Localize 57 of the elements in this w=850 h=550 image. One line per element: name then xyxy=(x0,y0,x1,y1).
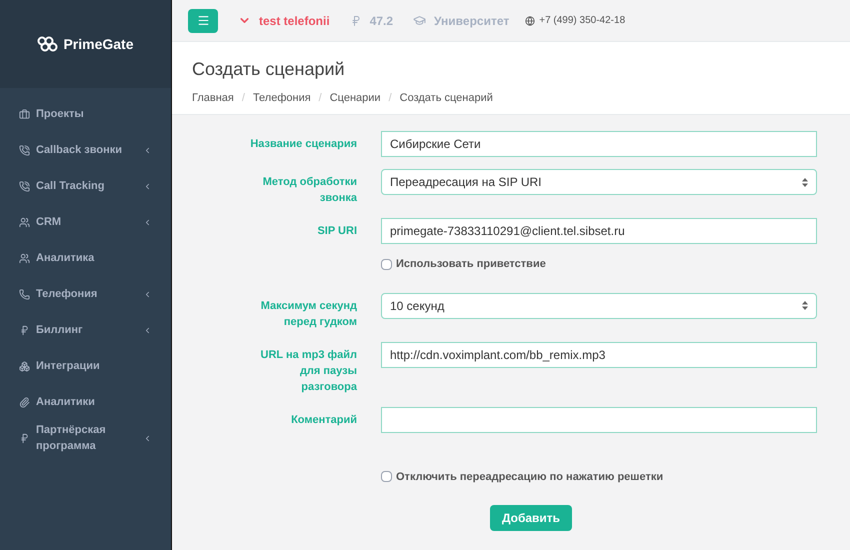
field-label: URL на mp3 файл для паузы разговора xyxy=(260,348,357,394)
checkbox-label: Использовать приветствие xyxy=(396,257,546,272)
page-title: Создать сценарий xyxy=(192,58,346,81)
submit-button[interactable]: Добавить xyxy=(490,505,572,531)
sidebar-item[interactable]: Интеграции xyxy=(0,348,171,384)
breadcrumb[interactable]: Сценарии xyxy=(330,90,381,106)
sidebar-item[interactable]: Call Tracking xyxy=(0,168,171,204)
graduation-cap-icon xyxy=(413,14,426,27)
breadcrumb-separator: / xyxy=(318,91,322,106)
text-field[interactable]: http://cdn.voximplant.com/bb_remix.mp3 xyxy=(381,342,817,368)
ruble-icon xyxy=(350,14,362,26)
account-link[interactable]: test telefonii xyxy=(238,12,330,30)
field-label: Коментарий xyxy=(290,412,357,428)
select-field[interactable]: Переадресация на SIP URI xyxy=(381,169,817,195)
sidebar-item[interactable]: Биллинг xyxy=(0,312,171,348)
select-field[interactable]: 10 секунд xyxy=(381,292,817,318)
paperclip-icon xyxy=(19,396,30,408)
sidebar-item[interactable]: Партнёрская программа xyxy=(0,420,171,456)
users-icon xyxy=(19,216,30,228)
sidebar-item[interactable]: Аналитики xyxy=(0,384,171,420)
globe-icon xyxy=(525,16,536,26)
field-label: Метод обработки звонка xyxy=(262,175,357,206)
brand-name: PrimeGate xyxy=(63,34,134,54)
breadcrumb: Создать сценарий xyxy=(400,91,493,106)
phone-icon xyxy=(19,288,30,300)
logo-icon xyxy=(37,36,60,52)
field-label: Максимум секунд перед гудком xyxy=(260,298,357,330)
phone-call-icon xyxy=(19,180,30,192)
breadcrumb[interactable]: Телефония xyxy=(252,90,311,106)
menu-icon xyxy=(196,14,210,27)
breadcrumb[interactable]: Главная xyxy=(192,90,234,106)
text-field[interactable]: Сибирские Сети xyxy=(381,131,817,157)
sidebar-item[interactable]: Проекты xyxy=(0,96,171,132)
text-field[interactable] xyxy=(381,406,817,432)
text-field[interactable]: primegate-73833110291@client.tel.sibset.ru xyxy=(381,218,817,244)
cubes-icon xyxy=(19,360,30,372)
checkbox[interactable] xyxy=(381,471,392,482)
checkbox-label: Отключить переадресацию по нажатию решетки xyxy=(396,470,664,484)
sidebar-item[interactable]: CRM xyxy=(0,204,171,240)
phone-number: +7 (499) 350-42-18 xyxy=(539,14,626,28)
field-label: SIP URI xyxy=(316,224,357,239)
sidebar-item[interactable]: Callback звонки xyxy=(0,132,171,168)
field-label: Название сценария xyxy=(249,137,357,152)
select-arrows-icon xyxy=(802,178,808,186)
menu-button[interactable] xyxy=(188,8,218,32)
phone-call-icon xyxy=(19,144,30,156)
select-arrows-icon xyxy=(802,301,808,310)
ruble-icon xyxy=(19,324,30,336)
users-icon xyxy=(19,252,30,264)
briefcase-icon xyxy=(19,108,30,120)
checkbox[interactable] xyxy=(381,258,392,270)
ruble-icon xyxy=(19,432,30,444)
balance: 47.2 xyxy=(370,12,394,30)
sidebar-item[interactable]: Аналитика xyxy=(0,240,171,276)
breadcrumb-separator: / xyxy=(242,91,245,106)
breadcrumb-separator: / xyxy=(388,91,392,106)
sidebar-item[interactable]: Телефония xyxy=(0,276,171,312)
